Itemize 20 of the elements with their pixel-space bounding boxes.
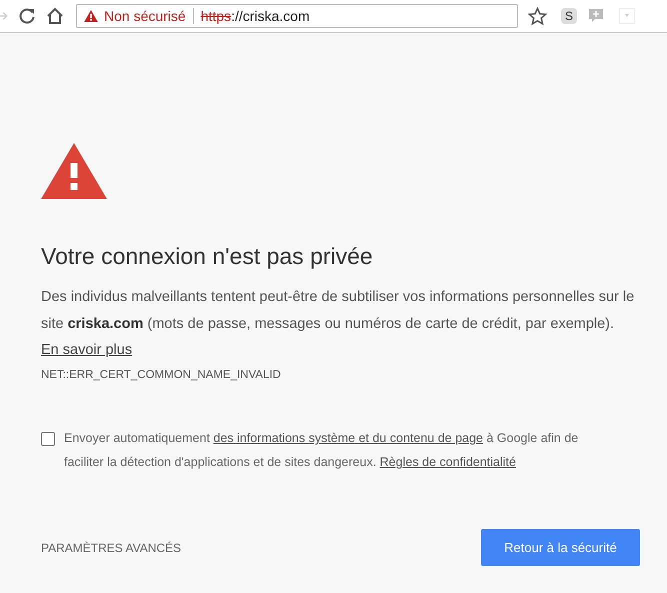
security-label: Non sécurisé bbox=[104, 8, 186, 24]
page-title: Votre connexion n'est pas privée bbox=[41, 242, 374, 271]
url-text: ://criska.com bbox=[231, 8, 310, 24]
description-text: Des individus malveillants tentent peut-être de subtiliser vos informations personnelles sur le site criska.com (mots de passe, messages ou numéros de carte de crédit, par exemple). bbox=[41, 288, 636, 334]
warning-icon bbox=[41, 143, 107, 199]
address-bar[interactable]: Non sécurisé https://criska.com bbox=[76, 4, 518, 28]
advanced-link[interactable]: PARAMÈTRES AVANCÉS bbox=[41, 540, 182, 554]
checkbox[interactable] bbox=[41, 432, 55, 446]
extension-button[interactable]: S bbox=[561, 8, 577, 24]
report-text: Envoyer automatiquement des informations système et du contenu de page à Google afin de faciliter la détection d'applications et de sites dangereux. Règles de confidentialité bbox=[64, 430, 580, 471]
link[interactable]: des informations système et du contenu de page bbox=[213, 431, 484, 445]
learn-more-link[interactable]: En savoir plus bbox=[41, 338, 132, 362]
home-icon[interactable] bbox=[46, 7, 64, 25]
error-code: NET::ERR_CERT_COMMON_NAME_INVALID bbox=[41, 368, 282, 383]
back-to-safety-button[interactable]: Retour à la sécurité bbox=[481, 529, 640, 566]
star-icon[interactable] bbox=[528, 6, 547, 26]
warning-icon bbox=[84, 10, 98, 22]
reload-icon[interactable] bbox=[18, 7, 36, 25]
url-scheme: https bbox=[200, 8, 232, 24]
link[interactable]: Règles de confidentialité bbox=[380, 455, 516, 469]
